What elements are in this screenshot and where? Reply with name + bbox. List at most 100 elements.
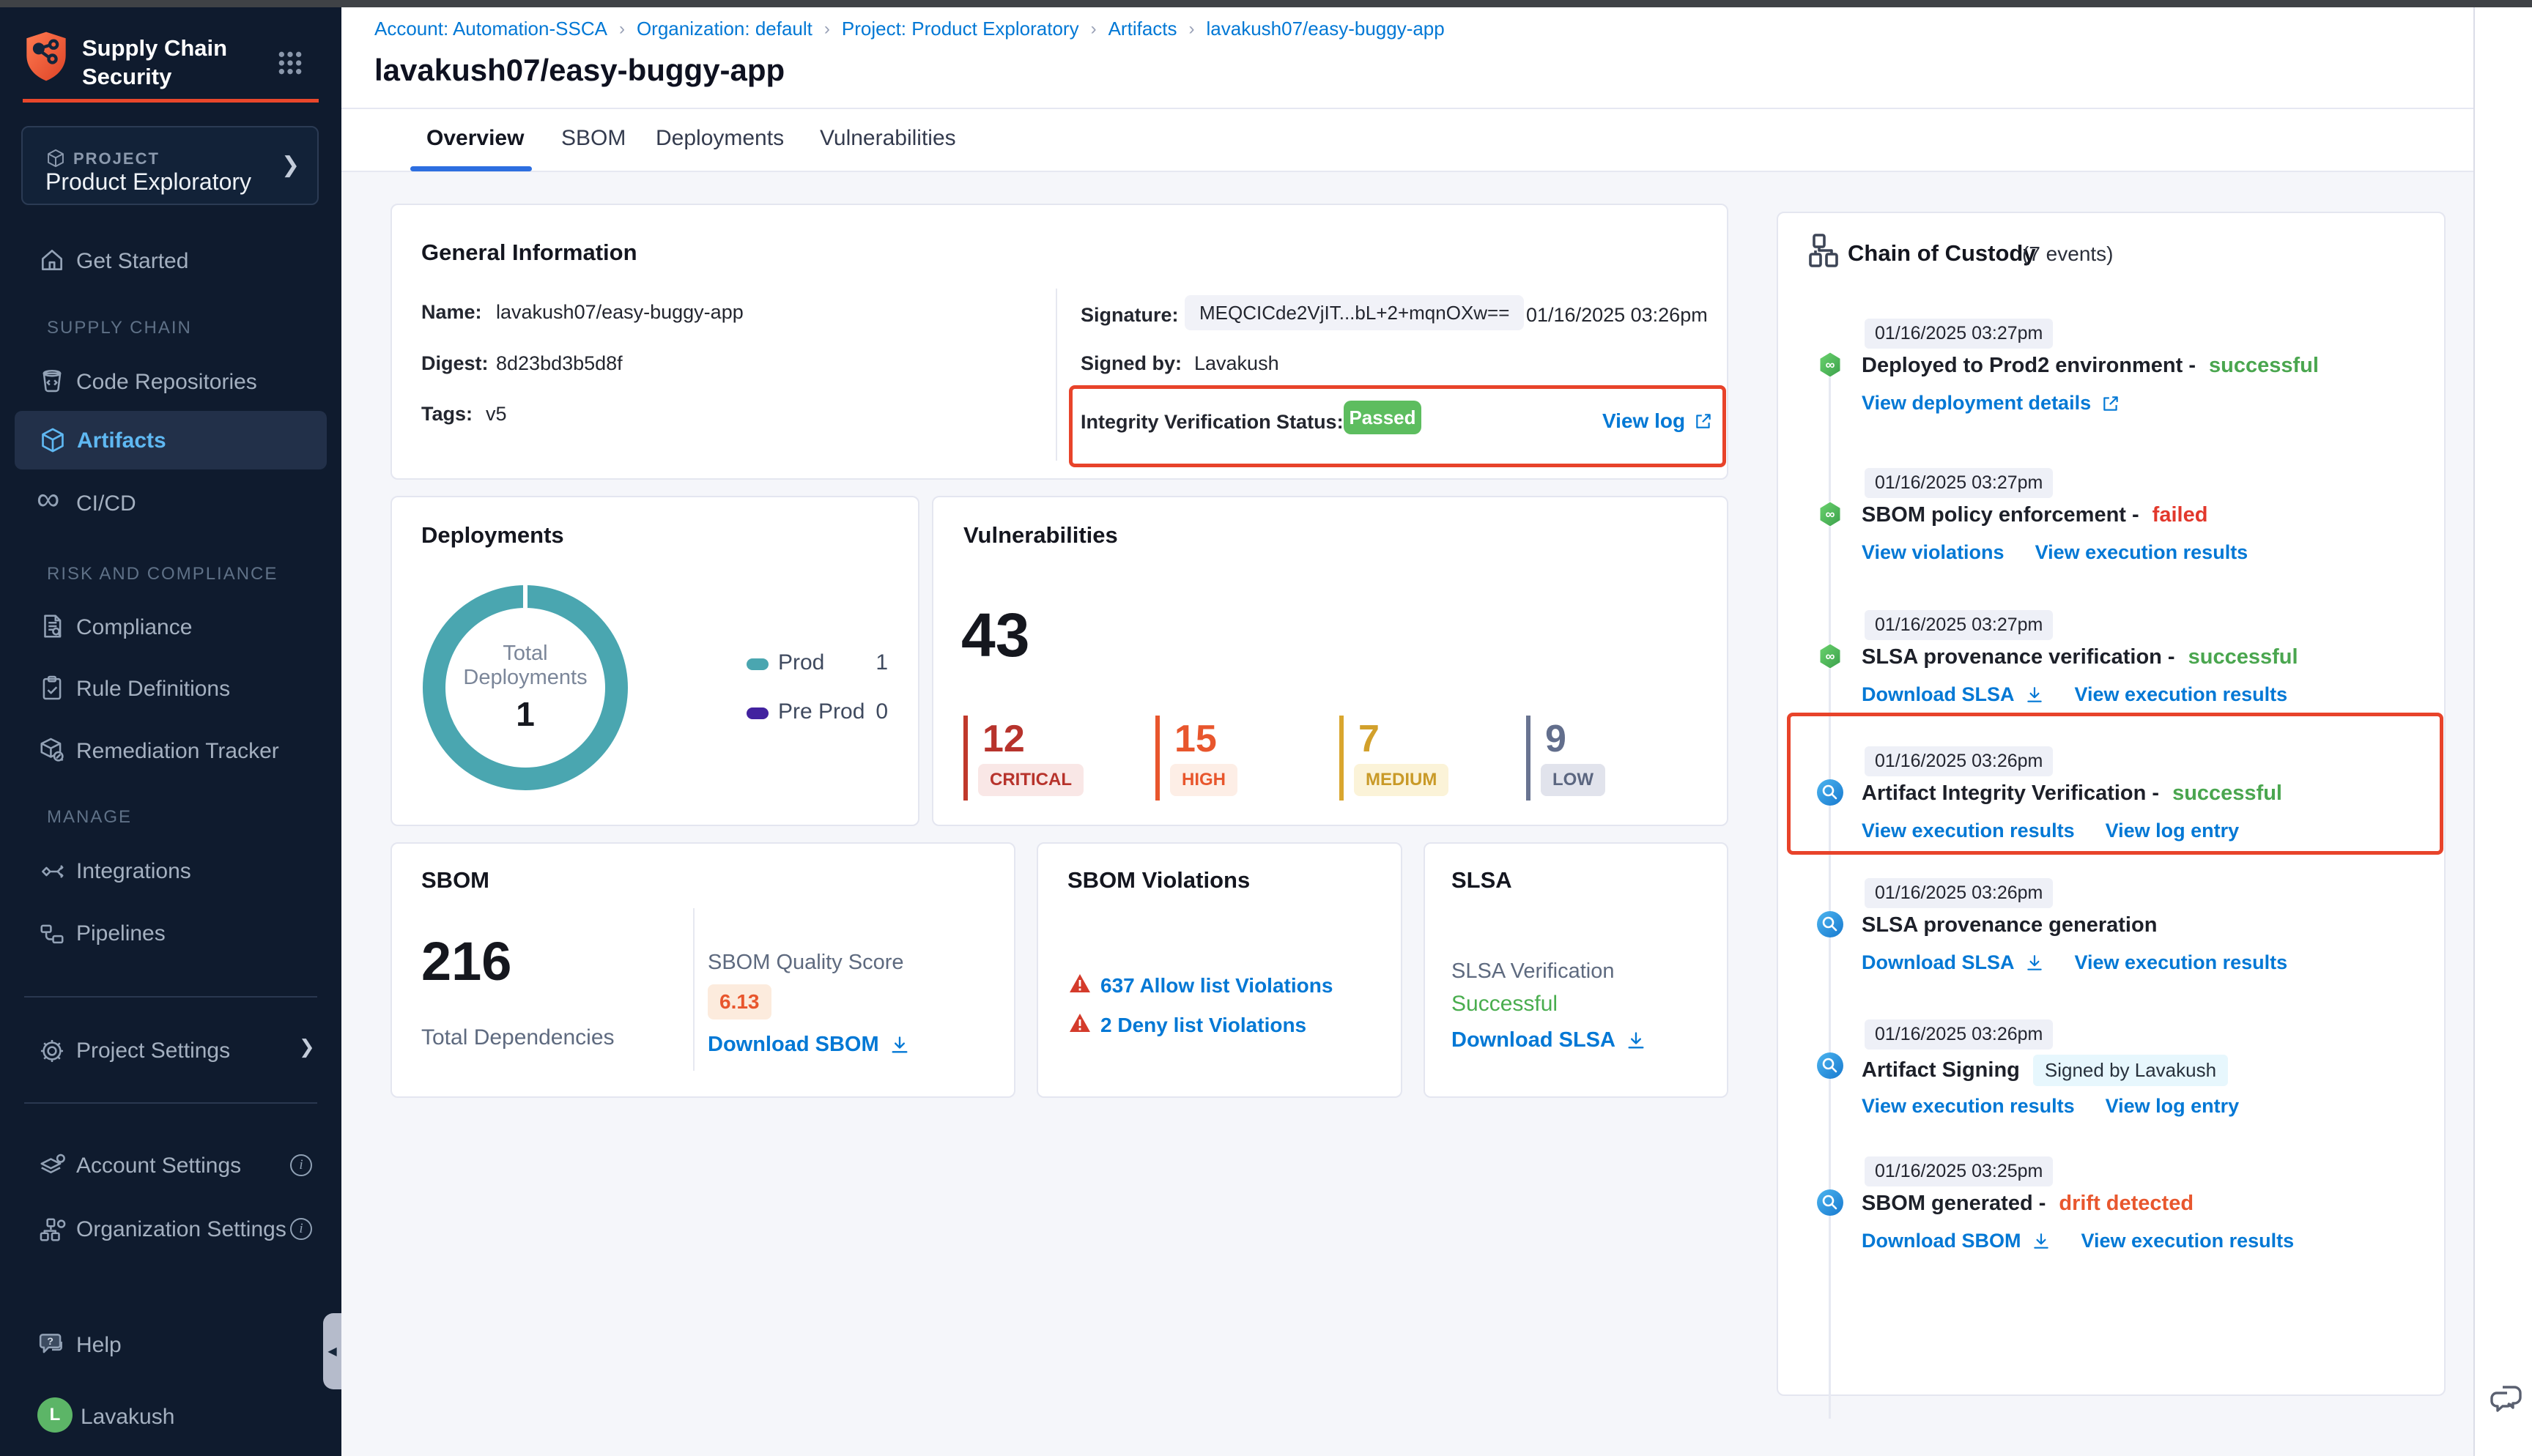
- code-repository-icon: [38, 367, 66, 395]
- card-title: Vulnerabilities: [963, 522, 1118, 549]
- low-count: 9: [1545, 717, 1566, 761]
- view-execution-results-link[interactable]: View execution results: [2081, 1230, 2295, 1252]
- event-links: Download SLSA View execution results: [1862, 951, 2287, 974]
- legend-swatch-prod: [747, 658, 769, 670]
- view-execution-results-link[interactable]: View execution results: [2035, 541, 2248, 564]
- supply-chain-security-logo-icon: [23, 29, 70, 83]
- event-links: View violations View execution results: [1862, 541, 2248, 564]
- gear-icon: [38, 1037, 66, 1065]
- event-title: Deployed to Prod2 environment -successfu…: [1862, 354, 2319, 378]
- warning-icon: [1069, 1012, 1091, 1034]
- severity-bar-critical: [963, 716, 968, 801]
- svg-text:∞: ∞: [1826, 507, 1835, 521]
- download-slsa-link[interactable]: Download SLSA: [1862, 683, 2015, 706]
- project-selector[interactable]: PROJECT Product Exploratory ❯: [21, 126, 319, 205]
- digest-label: Digest:: [421, 352, 489, 375]
- project-name: Product Exploratory: [45, 168, 251, 196]
- app-grid-icon[interactable]: [275, 48, 305, 78]
- allow-list-violations-link[interactable]: 637 Allow list Violations: [1100, 974, 1333, 998]
- verification-search-icon: [1816, 1052, 1844, 1080]
- pipelines-icon: [38, 920, 66, 948]
- view-deployment-details-link[interactable]: View deployment details: [1862, 392, 2091, 415]
- donut-total-value: 1: [516, 694, 535, 734]
- breadcrumb-artifacts[interactable]: Artifacts: [1108, 18, 1177, 40]
- tags-value: v5: [486, 403, 507, 426]
- donut-center-label: Deployments: [463, 666, 587, 690]
- breadcrumb: Account: Automation-SSCA › Organization: …: [374, 18, 1445, 40]
- signed-by-label: Signed by:: [1081, 352, 1182, 375]
- download-icon: [889, 1035, 910, 1055]
- pipeline-hexagon-icon: ∞: [1816, 642, 1844, 670]
- status-badge-passed: Passed: [1344, 401, 1421, 434]
- legend-swatch-preprod: [747, 707, 769, 719]
- legend-value-prod: 1: [815, 650, 888, 675]
- project-label: PROJECT: [73, 149, 160, 168]
- breadcrumb-organization[interactable]: Organization: default: [637, 18, 812, 40]
- download-slsa-link[interactable]: Download SLSA: [1862, 951, 2015, 974]
- donut-center-label: Total: [503, 642, 547, 666]
- event-timestamp: 01/16/2025 03:27pm: [1865, 319, 2053, 349]
- chevron-right-icon: ❯: [299, 1036, 315, 1058]
- tab-overview[interactable]: Overview: [426, 126, 524, 151]
- critical-count: 12: [982, 717, 1025, 761]
- severity-bar-medium: [1339, 716, 1344, 801]
- sidebar-item-artifacts[interactable]: Artifacts: [15, 411, 327, 469]
- event-timestamp: 01/16/2025 03:26pm: [1865, 878, 2053, 908]
- chain-event-count: (7 events): [2022, 242, 2114, 266]
- feedback-chat-icon[interactable]: [2490, 1381, 2525, 1416]
- deployments-card: Deployments Total Deployments 1 Prod 1 P…: [390, 496, 919, 826]
- card-title: General Information: [421, 239, 637, 266]
- breadcrumb-project[interactable]: Project: Product Exploratory: [842, 18, 1079, 40]
- breadcrumb-current[interactable]: lavakush07/easy-buggy-app: [1207, 18, 1445, 40]
- view-execution-results-link[interactable]: View execution results: [2075, 951, 2288, 974]
- download-slsa-link[interactable]: Download SLSA: [1451, 1028, 1615, 1052]
- integrity-status-label: Integrity Verification Status:: [1081, 411, 1344, 434]
- view-execution-results-link[interactable]: View execution results: [2075, 683, 2288, 706]
- breadcrumb-account[interactable]: Account: Automation-SSCA: [374, 18, 607, 40]
- slsa-verification-status: Successful: [1451, 992, 1558, 1017]
- card-title: Deployments: [421, 522, 564, 549]
- view-violations-link[interactable]: View violations: [1862, 541, 2004, 564]
- tab-vulnerabilities[interactable]: Vulnerabilities: [820, 126, 956, 151]
- download-sbom-link[interactable]: Download SBOM: [708, 1033, 879, 1057]
- window-top-strip: [0, 0, 2532, 7]
- tags-label: Tags:: [421, 403, 473, 426]
- slsa-card: SLSA SLSA Verification Successful Downlo…: [1424, 842, 1728, 1098]
- info-icon[interactable]: i: [290, 1218, 312, 1240]
- view-log-entry-link[interactable]: View log entry: [2106, 1095, 2240, 1118]
- view-execution-results-link[interactable]: View execution results: [1862, 1095, 2075, 1118]
- view-log-link[interactable]: View log: [1602, 409, 1685, 433]
- deny-list-violations-link[interactable]: 2 Deny list Violations: [1100, 1014, 1306, 1037]
- signature-timestamp: 01/16/2025 03:26pm: [1526, 304, 1708, 327]
- event-timestamp: 01/16/2025 03:27pm: [1865, 610, 2053, 640]
- chevron-right-icon: ❯: [281, 152, 300, 178]
- breadcrumb-separator: ›: [619, 19, 625, 40]
- sbom-card: SBOM 216 Total Dependencies SBOM Quality…: [390, 842, 1015, 1098]
- tab-deployments[interactable]: Deployments: [656, 126, 784, 151]
- deployments-donut-chart: Total Deployments 1: [423, 585, 628, 790]
- sidebar-section-manage: MANAGE: [47, 807, 132, 828]
- slsa-verification-label: SLSA Verification: [1451, 959, 1614, 984]
- event-timestamp: 01/16/2025 03:26pm: [1865, 1019, 2053, 1050]
- info-icon[interactable]: i: [290, 1154, 312, 1176]
- chain-of-custody-panel: Chain of Custody (7 events) 01/16/2025 0…: [1777, 212, 2446, 1396]
- view-execution-results-link[interactable]: View execution results: [1862, 820, 2075, 842]
- breadcrumb-separator: ›: [1189, 19, 1195, 40]
- download-sbom-link[interactable]: Download SBOM: [1862, 1230, 2021, 1252]
- vulnerabilities-card: Vulnerabilities 43 12 CRITICAL 15 HIGH 7…: [932, 496, 1728, 826]
- chain-of-custody-icon: [1808, 233, 1840, 268]
- event-links: View deployment details: [1862, 392, 2120, 415]
- view-log-entry-link[interactable]: View log entry: [2106, 820, 2240, 842]
- sbom-total: 216: [421, 930, 511, 992]
- sidebar-collapse-handle[interactable]: ◀: [323, 1313, 341, 1389]
- sidebar-section-supply-chain: SUPPLY CHAIN: [47, 318, 192, 338]
- signature-value[interactable]: MEQCICde2VjIT...bL+2+mqnOXw==: [1185, 295, 1524, 330]
- tab-sbom[interactable]: SBOM: [561, 126, 626, 151]
- event-status: failed: [2152, 503, 2208, 527]
- general-information-card: General Information Name: lavakush07/eas…: [390, 204, 1728, 480]
- download-icon: [2025, 954, 2044, 973]
- event-timestamp: 01/16/2025 03:27pm: [1865, 468, 2053, 498]
- svg-text:∞: ∞: [1826, 649, 1835, 664]
- right-utility-rail: [2473, 7, 2532, 1456]
- event-links: Download SLSA View execution results: [1862, 683, 2287, 706]
